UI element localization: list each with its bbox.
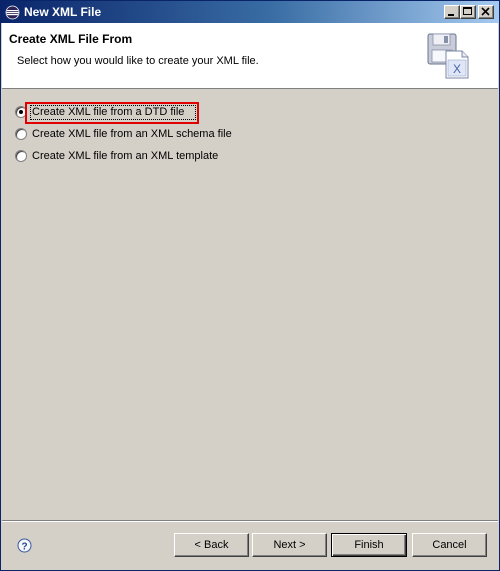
option-label: Create XML file from an XML schema file bbox=[32, 128, 232, 140]
footer-separator-highlight bbox=[2, 521, 498, 522]
eclipse-icon bbox=[5, 5, 20, 20]
xml-file-wizard-icon: X bbox=[427, 33, 469, 79]
option-template[interactable]: Create XML file from an XML template bbox=[15, 147, 315, 165]
cancel-button[interactable]: Cancel bbox=[412, 533, 487, 557]
title-bar[interactable]: New XML File bbox=[1, 1, 499, 23]
option-label: Create XML file from an XML template bbox=[32, 150, 219, 162]
next-button-label: Next > bbox=[273, 539, 306, 551]
maximize-button[interactable] bbox=[460, 5, 476, 19]
svg-text:X: X bbox=[453, 62, 461, 76]
option-schema[interactable]: Create XML file from an XML schema file bbox=[15, 125, 315, 143]
wizard-header: Create XML File From Select how you woul… bbox=[2, 23, 498, 89]
back-button[interactable]: < Back bbox=[174, 533, 249, 557]
cancel-button-label: Cancel bbox=[432, 539, 467, 551]
next-button[interactable]: Next > bbox=[252, 533, 327, 557]
svg-text:?: ? bbox=[21, 542, 27, 553]
page-title: Create XML File From bbox=[9, 32, 133, 46]
new-xml-file-dialog: New XML File Create XML File From Select… bbox=[0, 0, 500, 571]
minimize-icon bbox=[448, 14, 454, 16]
close-button[interactable] bbox=[478, 5, 494, 19]
close-icon bbox=[481, 7, 490, 16]
minimize-button[interactable] bbox=[444, 5, 460, 19]
radio-template[interactable] bbox=[15, 150, 27, 162]
window-title: New XML File bbox=[24, 5, 102, 19]
maximize-icon bbox=[463, 7, 472, 15]
option-label: Create XML file from a DTD file bbox=[32, 106, 185, 118]
finish-button[interactable]: Finish bbox=[331, 533, 407, 557]
back-button-label: < Back bbox=[194, 539, 229, 551]
finish-button-label: Finish bbox=[354, 539, 384, 551]
option-dtd[interactable]: Create XML file from a DTD file bbox=[15, 102, 315, 124]
page-description: Select how you would like to create your… bbox=[17, 55, 259, 67]
radio-schema[interactable] bbox=[15, 128, 27, 140]
help-icon[interactable]: ? bbox=[17, 538, 32, 553]
